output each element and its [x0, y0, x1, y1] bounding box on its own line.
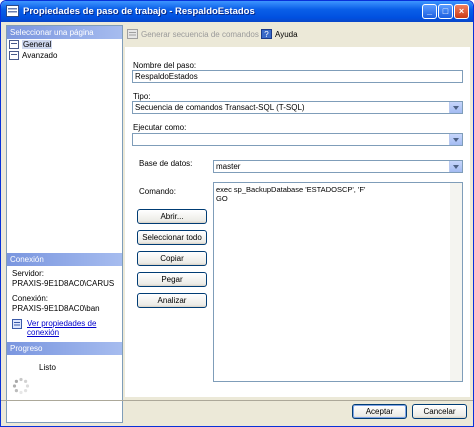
server-label: Servidor: [12, 269, 45, 278]
help-button[interactable]: ? Ayuda [261, 29, 298, 39]
minimize-button[interactable]: _ [422, 4, 437, 19]
progress-spinner-icon [12, 377, 30, 395]
help-icon: ? [261, 29, 272, 39]
type-select[interactable]: Secuencia de comandos Transact-SQL (T-SQ… [132, 101, 463, 114]
chevron-down-icon[interactable] [449, 134, 462, 145]
command-label: Comando: [139, 187, 176, 196]
left-pane: Seleccionar una página General Avanzado … [6, 25, 123, 423]
generate-script-button[interactable]: Generar secuencia de comandos ▾ [127, 29, 265, 39]
sidebar-item-label: General [22, 40, 53, 49]
sidebar-item-label: Avanzado [22, 51, 58, 60]
toolbar: Generar secuencia de comandos ▾ ? Ayuda [125, 25, 470, 45]
select-page-header: Seleccionar una página [7, 26, 122, 39]
sidebar-item-general[interactable]: General [9, 39, 53, 50]
progress-header: Progreso [7, 342, 122, 355]
progress-status: Listo [39, 363, 56, 372]
generate-script-label: Generar secuencia de comandos [141, 29, 259, 39]
database-select[interactable]: master [213, 160, 463, 173]
analyze-button[interactable]: Analizar [137, 293, 207, 308]
select-all-button[interactable]: Seleccionar todo [137, 230, 207, 245]
help-label: Ayuda [275, 29, 298, 39]
step-name-label: Nombre del paso: [133, 61, 197, 70]
title-bar: Propiedades de paso de trabajo - Respald… [1, 1, 473, 22]
close-button[interactable]: × [454, 4, 469, 19]
job-step-icon [6, 5, 19, 17]
connection-label: Conexión: [12, 294, 49, 303]
connection-value: PRAXIS-9E1D8AC0\ban [12, 304, 100, 313]
svg-text:?: ? [264, 30, 269, 39]
window-title: Propiedades de paso de trabajo - Respald… [23, 6, 255, 17]
sidebar-item-advanced[interactable]: Avanzado [9, 50, 57, 61]
maximize-button[interactable]: □ [438, 4, 453, 19]
run-as-select[interactable] [132, 133, 463, 146]
type-label: Tipo: [133, 92, 151, 101]
database-value: master [216, 162, 241, 171]
command-textarea[interactable]: exec sp_BackupDatabase 'ESTADOSCP', 'F' … [213, 182, 463, 382]
cancel-button[interactable]: Cancelar [412, 404, 467, 419]
script-icon [127, 29, 138, 39]
dialog-window: Propiedades de paso de trabajo - Respald… [0, 0, 474, 427]
chevron-down-icon[interactable] [449, 102, 462, 113]
page-icon [9, 40, 19, 49]
chevron-down-icon[interactable] [449, 161, 462, 172]
connection-header: Conexión [7, 253, 122, 266]
main-pane: Generar secuencia de comandos ▾ ? Ayuda … [125, 25, 470, 397]
database-label: Base de datos: [139, 159, 193, 168]
view-connection-properties-link[interactable]: Ver propiedades de conexión [27, 319, 119, 337]
server-value: PRAXIS-9E1D8AC0\CARUS [12, 279, 115, 288]
scrollbar[interactable] [450, 183, 462, 381]
page-icon [9, 51, 19, 60]
step-name-input[interactable]: RespaldoEstados [132, 70, 463, 83]
command-line: GO [216, 194, 228, 203]
footer-divider [1, 400, 473, 401]
command-line: exec sp_BackupDatabase 'ESTADOSCP', 'F' [216, 185, 366, 194]
run-as-label: Ejecutar como: [133, 123, 187, 132]
type-value: Secuencia de comandos Transact-SQL (T-SQ… [135, 103, 305, 112]
ok-button[interactable]: Aceptar [352, 404, 407, 419]
copy-button[interactable]: Copiar [137, 251, 207, 266]
open-button[interactable]: Abrir... [137, 209, 207, 224]
properties-icon [12, 319, 22, 329]
paste-button[interactable]: Pegar [137, 272, 207, 287]
